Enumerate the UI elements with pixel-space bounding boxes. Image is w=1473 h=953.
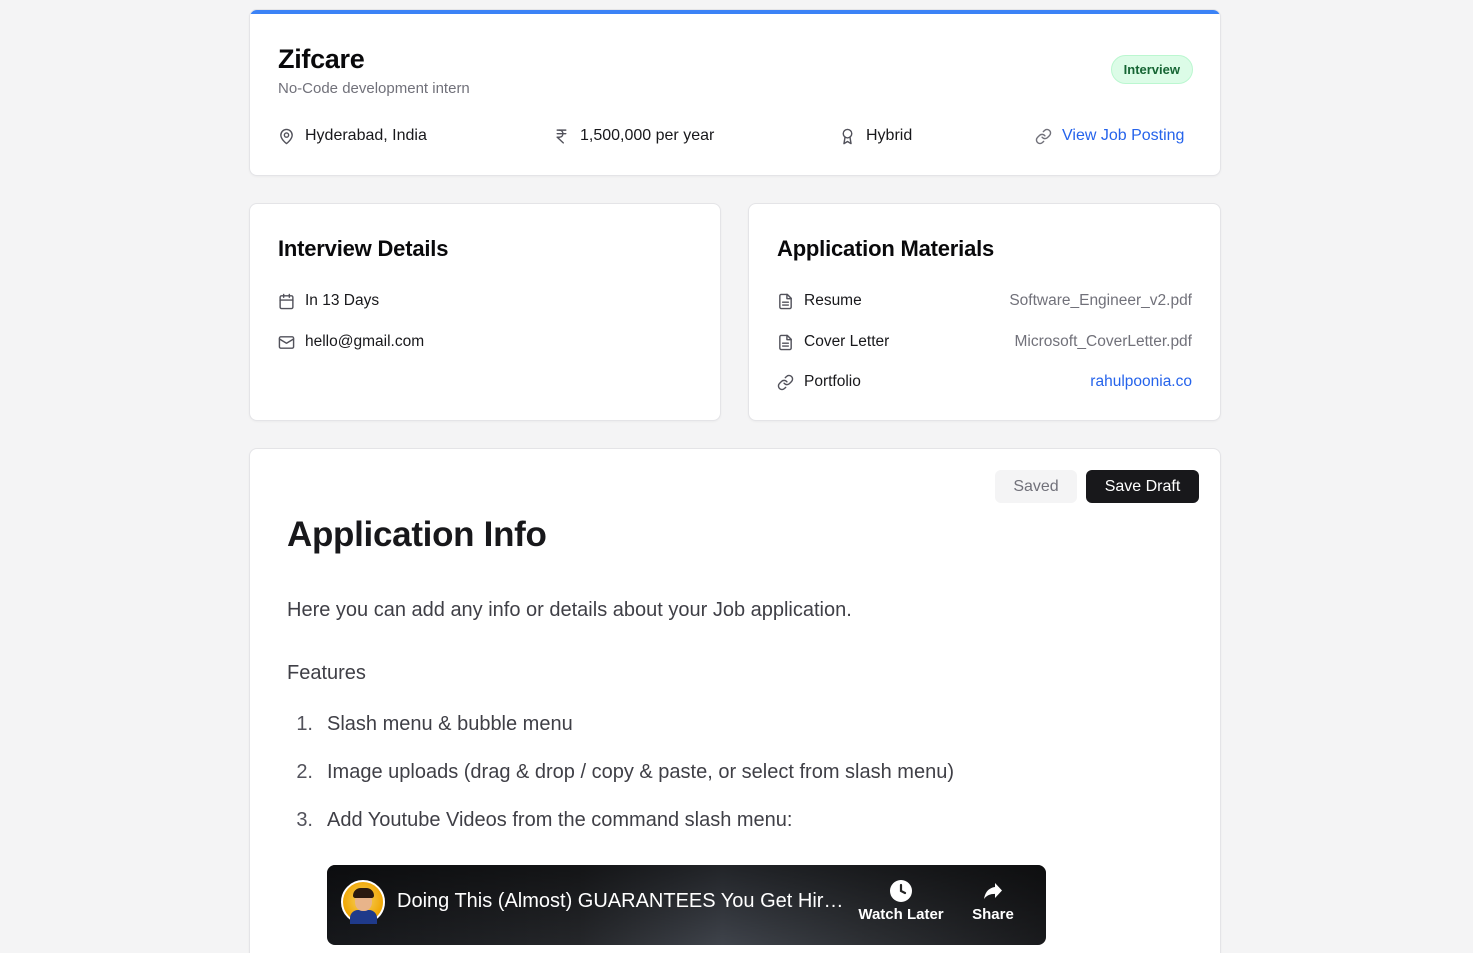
material-row-cover-letter[interactable]: Cover Letter Microsoft_CoverLetter.pdf (777, 331, 1192, 353)
view-job-posting-label[interactable]: View Job Posting (1062, 127, 1184, 145)
material-file[interactable]: Microsoft_CoverLetter.pdf (1015, 333, 1192, 351)
salary: 1,500,000 per year (553, 126, 714, 146)
job-role: No-Code development intern (278, 80, 470, 97)
view-job-posting-link[interactable]: View Job Posting (1035, 126, 1184, 146)
application-materials-card: Application Materials Resume Software_En… (748, 203, 1221, 421)
channel-avatar[interactable] (341, 880, 385, 924)
work-mode-text: Hybrid (866, 127, 913, 144)
material-row-portfolio[interactable]: Portfolio rahulpoonia.co (777, 371, 1192, 393)
interview-details-card: Interview Details In 13 Days hello@gmail… (249, 203, 721, 421)
editor-heading[interactable]: Application Info (287, 515, 547, 555)
status-badge[interactable]: Interview (1110, 55, 1193, 84)
contact-email[interactable]: hello@gmail.com (305, 333, 692, 351)
mail-icon (278, 335, 295, 349)
application-materials-title: Application Materials (777, 236, 995, 261)
list-item[interactable]: 2. Image uploads (drag & drop / copy & p… (287, 761, 954, 787)
material-file[interactable]: Software_Engineer_v2.pdf (1009, 292, 1192, 310)
list-text[interactable]: Slash menu & bubble menu (327, 713, 573, 739)
list-number: 3. (296, 809, 313, 831)
list-item[interactable]: 3. Add Youtube Videos from the command s… (287, 809, 792, 835)
share-button[interactable]: Share (948, 879, 1038, 923)
list-text[interactable]: Image uploads (drag & drop / copy & past… (327, 761, 954, 787)
map-pin-icon (280, 128, 293, 144)
link-icon (1035, 128, 1052, 144)
interview-date-text: In 13 Days (305, 292, 380, 309)
clock-icon (890, 880, 912, 902)
material-label: Cover Letter (804, 333, 890, 350)
video-title[interactable]: Doing This (Almost) GUARANTEES You Get H… (397, 890, 847, 913)
watch-later-button[interactable]: Watch Later (856, 879, 946, 923)
portfolio-link[interactable]: rahulpoonia.co (1090, 373, 1192, 391)
list-text[interactable]: Add Youtube Videos from the command slas… (327, 809, 792, 835)
editor-intro-paragraph[interactable]: Here you can add any info or details abo… (287, 599, 852, 622)
location-text: Hyderabad, India (305, 127, 427, 144)
work-mode: Hybrid (839, 126, 912, 146)
saved-button[interactable]: Saved (995, 470, 1077, 503)
material-label: Portfolio (804, 373, 861, 390)
salary-text: 1,500,000 per year (580, 127, 715, 144)
list-number: 1. (296, 713, 313, 735)
features-label[interactable]: Features (287, 662, 366, 685)
watch-later-label: Watch Later (858, 906, 944, 923)
file-icon (779, 334, 792, 350)
material-row-resume[interactable]: Resume Software_Engineer_v2.pdf (777, 290, 1192, 312)
list-item[interactable]: 1. Slash menu & bubble menu (287, 713, 573, 739)
location: Hyderabad, India (278, 126, 427, 146)
job-summary-card: Zifcare No-Code development intern Inter… (249, 9, 1221, 176)
accent-bar (250, 10, 1220, 14)
file-icon (779, 293, 792, 309)
list-number: 2. (296, 761, 313, 783)
share-icon (984, 883, 1002, 899)
application-info-editor[interactable]: Saved Save Draft Application Info Here y… (249, 448, 1221, 953)
interview-date: In 13 Days (278, 290, 692, 312)
calendar-icon (279, 293, 294, 309)
interview-details-title: Interview Details (278, 236, 449, 261)
link-icon (777, 374, 794, 390)
award-icon (842, 128, 853, 144)
company-name: Zifcare (278, 44, 365, 74)
material-label: Resume (804, 292, 862, 309)
rupee-icon (556, 128, 567, 144)
interview-contact: hello@gmail.com (278, 331, 692, 353)
youtube-embed[interactable]: Doing This (Almost) GUARANTEES You Get H… (327, 865, 1046, 945)
save-draft-button[interactable]: Save Draft (1086, 470, 1199, 503)
share-label: Share (972, 906, 1014, 923)
